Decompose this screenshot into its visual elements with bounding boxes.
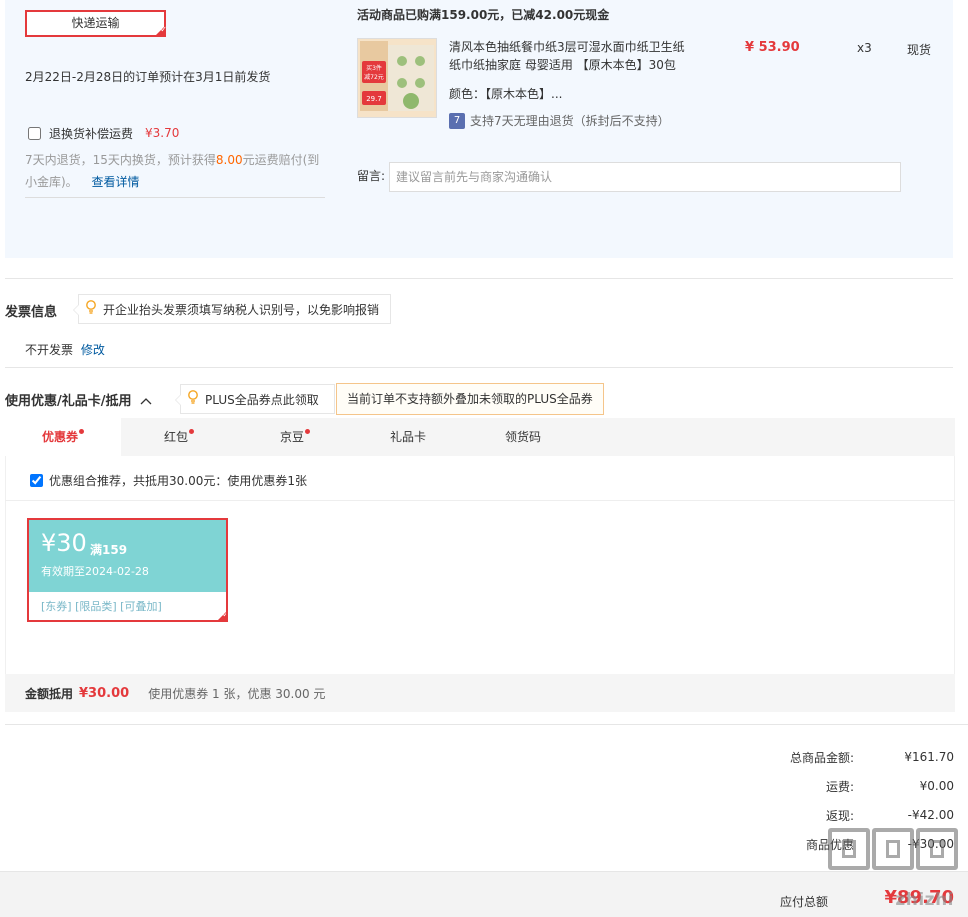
summary-label: 金额抵用 [25, 686, 74, 701]
discount-title: 使用优惠/礼品卡/抵用 [5, 394, 132, 409]
notification-dot [79, 429, 84, 434]
watermark-box [872, 828, 914, 870]
shipping-method-button[interactable]: 快递运输 [25, 10, 167, 37]
recommend-text: 优惠组合推荐，共抵用30.00元：使用优惠券1张 [49, 474, 307, 488]
tip-arrow [73, 304, 79, 316]
divider [25, 197, 325, 198]
tab-coupons[interactable]: 优惠券 [5, 418, 121, 456]
coupon-amount: ¥30 [41, 529, 87, 557]
invoice-status-row: 不开发票 修改 [25, 341, 105, 358]
return-policy: 7 支持7天无理由退货（拆封后不支持） [449, 112, 670, 129]
total-row-goods: 总商品金额: ¥161.70 [754, 747, 954, 767]
shipping-method-label: 快递运输 [71, 16, 120, 30]
discount-summary: 金额抵用 ¥30.00 使用优惠券 1 张，优惠 30.00 元 [5, 674, 955, 712]
coupon-card[interactable]: ¥30 满159 有效期至2024-02-28 [东券] [限品类] [可叠加] [27, 518, 228, 622]
divider [5, 367, 953, 368]
tab-label: 京豆 [279, 430, 304, 444]
tab-label: 领货码 [504, 430, 541, 444]
total-label: 返现: [825, 808, 854, 823]
invoice-edit-link[interactable]: 修改 [81, 343, 105, 357]
freight-insurance-price: ¥3.70 [145, 126, 180, 140]
tab-gift-card[interactable]: 礼品卡 [350, 418, 466, 456]
total-label: 运费: [825, 779, 854, 794]
plus-coupon-tip-text: PLUS全品券点此领取 [205, 392, 319, 407]
tab-label: 优惠券 [41, 430, 78, 444]
invoice-tip: 开企业抬头发票须填写纳税人识别号，以免影响报销 [73, 294, 391, 324]
product-price: ¥ 53.90 [745, 40, 800, 55]
return-description: 7天内退货，15天内换货，预计获得8.00元运费赔付(到小金库)。 查看详情 [25, 149, 325, 193]
total-value: ¥0.00 [919, 779, 954, 793]
return-policy-text: 支持7天无理由退货（拆封后不支持） [470, 114, 670, 128]
invoice-title: 发票信息 [5, 305, 58, 320]
notification-dot [189, 429, 194, 434]
tab-label: 礼品卡 [389, 430, 426, 444]
thumb-text-line2: 减72元 [364, 73, 384, 81]
watermark-logo-icon [828, 828, 958, 870]
tip-arrow [175, 394, 181, 406]
total-label: 总商品金额: [789, 750, 854, 765]
discount-tabs: 优惠券 红包 京豆 礼品卡 领货码 [5, 418, 955, 456]
coupon-header: ¥30 满159 有效期至2024-02-28 [29, 520, 226, 592]
recommend-row: 优惠组合推荐，共抵用30.00元：使用优惠券1张 [30, 472, 307, 489]
shipping-date-note: 2月22日-2月28日的订单预计在3月1日前发货 [25, 70, 271, 84]
product-color: 颜色：【原木本色】... [449, 87, 563, 101]
watermark-box [916, 828, 958, 870]
seven-day-return-icon: 7 [449, 112, 465, 129]
coupon-validity: 有效期至2024-02-28 [41, 565, 149, 578]
tab-jingdou[interactable]: 京豆 [237, 418, 353, 456]
summary-description: 使用优惠券 1 张，优惠 30.00 元 [148, 686, 326, 701]
lightbulb-icon [187, 390, 199, 408]
freight-insurance-row: 退换货补偿运费 ¥3.70 [28, 123, 179, 143]
thumb-text-line1: 买3件 [366, 64, 382, 72]
plus-coupon-note: 当前订单不支持额外叠加未领取的PLUS全品券 [336, 383, 604, 415]
product-quantity: x3 [857, 41, 872, 55]
thumb-price: 29.7 [366, 95, 382, 103]
freight-insurance-checkbox[interactable] [28, 126, 41, 140]
promotion-title: 活动商品已购满159.00元，已减42.00元现金 [357, 8, 610, 22]
notification-dot [305, 429, 310, 434]
discount-title-toggle[interactable]: 使用优惠/礼品卡/抵用 [5, 390, 152, 409]
chevron-up-icon [140, 394, 152, 409]
message-input[interactable] [389, 162, 901, 192]
return-desc-prefix: 7天内退货，15天内换货，预计获得 [25, 153, 216, 167]
total-value: ¥161.70 [904, 750, 954, 764]
tab-pickup-code[interactable]: 领货码 [465, 418, 581, 456]
selected-check-icon [154, 25, 167, 37]
product-thumbnail[interactable]: 买3件 减72元 29.7 [357, 38, 437, 118]
freight-insurance-label: 退换货补偿运费 [49, 126, 134, 141]
tab-label: 红包 [163, 430, 188, 444]
watermark-box [828, 828, 870, 870]
view-details-link[interactable]: 查看详情 [92, 175, 140, 189]
watermark-text: zhizhi [895, 890, 954, 910]
tab-red-envelope[interactable]: 红包 [121, 418, 237, 456]
return-desc-amount: 8.00 [215, 153, 243, 167]
total-value: -¥42.00 [907, 808, 954, 822]
coupon-condition: 满159 [90, 543, 128, 557]
invoice-tip-text: 开企业抬头发票须填写纳税人识别号，以免影响报销 [103, 302, 380, 317]
payable-label: 应付总额 [779, 895, 828, 909]
divider [5, 724, 968, 725]
lightbulb-icon [85, 300, 97, 318]
summary-amount: ¥30.00 [79, 685, 130, 701]
invoice-status: 不开发票 [25, 343, 74, 357]
product-name-link[interactable]: 清风本色抽纸餐巾纸3层可湿水面巾纸卫生纸纸巾纸抽家庭 母婴适用 【原木本色】30… [449, 38, 694, 74]
total-row-shipping: 运费: ¥0.00 [754, 776, 954, 796]
product-image-icon: 买3件 减72元 29.7 [358, 39, 436, 117]
product-stock-status: 现货 [907, 43, 932, 57]
message-label: 留言: [357, 169, 386, 183]
coupon-tags: [东券] [限品类] [可叠加] [41, 600, 162, 613]
recommend-checkbox[interactable] [30, 474, 43, 487]
divider [5, 500, 955, 501]
divider [5, 278, 953, 279]
selected-check-icon [216, 610, 226, 620]
total-row-cashback: 返现: -¥42.00 [754, 805, 954, 825]
plus-coupon-tip[interactable]: PLUS全品券点此领取 [175, 384, 335, 414]
